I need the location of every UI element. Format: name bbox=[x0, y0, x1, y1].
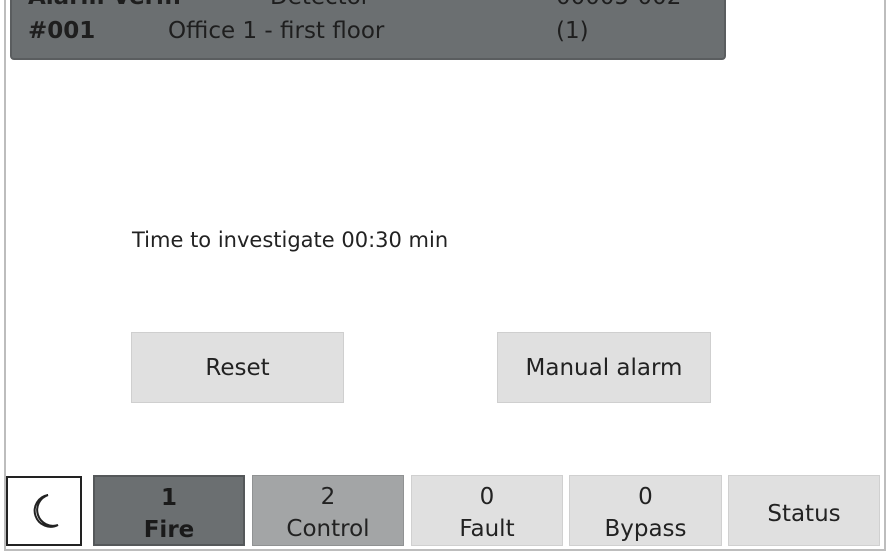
control-label: Control bbox=[286, 516, 370, 542]
fault-label: Fault bbox=[459, 516, 515, 542]
investigation-timer-text: Time to investigate 00:30 min bbox=[132, 228, 449, 252]
alarm-count: (1) bbox=[556, 18, 589, 44]
alarm-header-row: Alarm Verif. Detector 00005-002 bbox=[12, 0, 724, 12]
tab-bypass[interactable]: 0 Bypass bbox=[569, 475, 722, 546]
tab-fault[interactable]: 0 Fault bbox=[411, 475, 563, 546]
alarm-message-card[interactable]: Alarm Verif. Detector 00005-002 #001 Off… bbox=[10, 0, 726, 60]
bottom-navigation: 1 Fire 2 Control 0 Fault 0 Bypass Status bbox=[0, 474, 892, 550]
alarm-number: #001 bbox=[28, 18, 96, 44]
tab-status[interactable]: Status bbox=[728, 475, 880, 546]
alarm-address: 00005-002 bbox=[556, 0, 681, 12]
alarm-detail-row: #001 Office 1 - first floor (1) bbox=[12, 16, 724, 46]
moon-icon bbox=[33, 494, 59, 528]
tab-fire[interactable]: 1 Fire bbox=[93, 475, 245, 546]
bypass-count: 0 bbox=[638, 484, 653, 510]
night-mode-button[interactable] bbox=[6, 476, 82, 546]
fire-count: 1 bbox=[160, 485, 177, 511]
reset-button[interactable]: Reset bbox=[131, 332, 344, 403]
fire-label: Fire bbox=[143, 517, 195, 543]
status-label: Status bbox=[767, 501, 841, 527]
fault-count: 0 bbox=[479, 484, 495, 510]
control-count: 2 bbox=[320, 484, 336, 510]
alarm-location: Office 1 - first floor bbox=[168, 18, 385, 44]
bypass-label: Bypass bbox=[604, 516, 687, 542]
alarm-device: Detector bbox=[270, 0, 370, 12]
alarm-type: Alarm Verif. bbox=[28, 0, 181, 12]
panel-frame bbox=[4, 0, 886, 551]
manual-alarm-button[interactable]: Manual alarm bbox=[497, 332, 711, 403]
tab-control[interactable]: 2 Control bbox=[252, 475, 404, 546]
